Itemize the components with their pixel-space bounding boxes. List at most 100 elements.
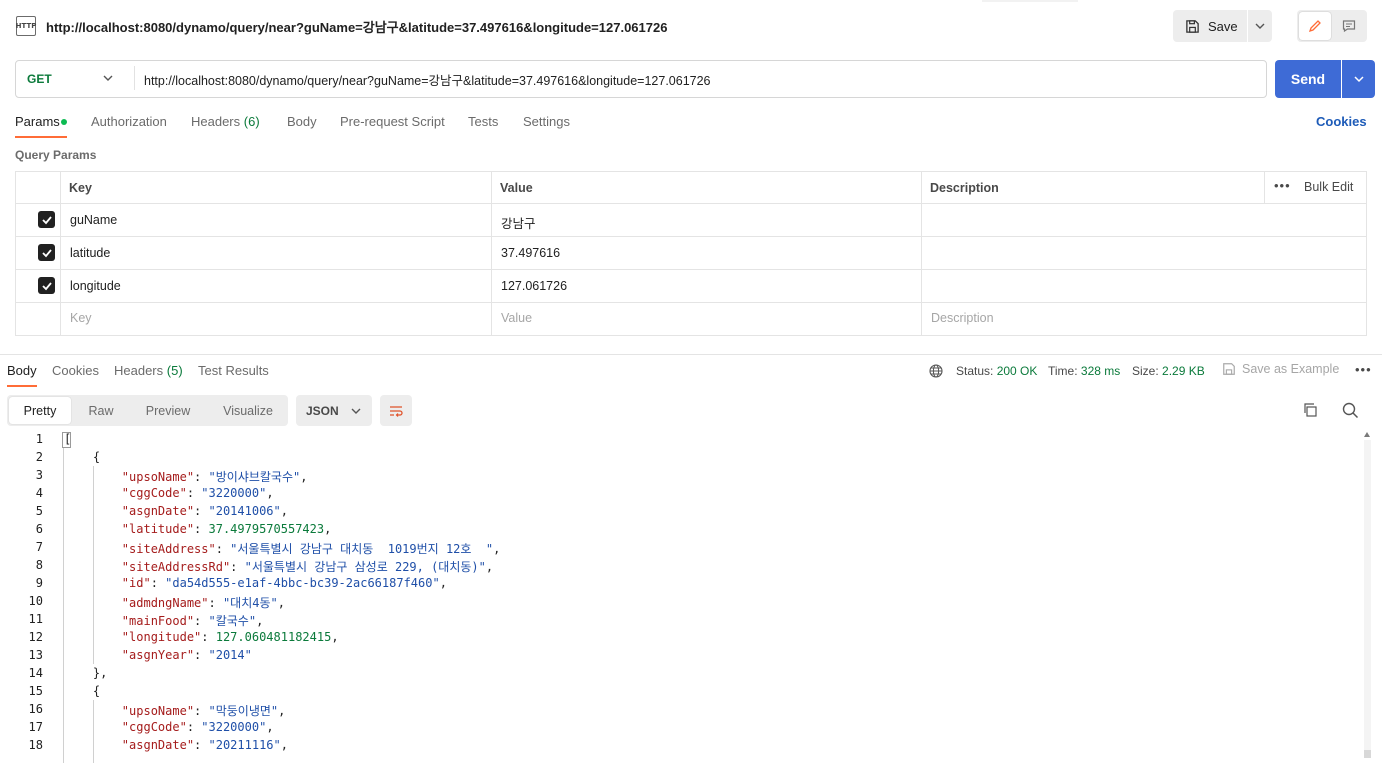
line-number: 12 (28, 630, 43, 644)
line-number: 10 (28, 594, 43, 608)
json-key: "cggCode" (121, 720, 187, 734)
line-number: 8 (35, 558, 43, 572)
code-line: "cggCode": "3220000", (121, 720, 274, 734)
format-visualize[interactable]: Visualize (214, 395, 282, 426)
chevron-down-icon[interactable] (102, 72, 114, 84)
tab-tests[interactable]: Tests (468, 114, 498, 129)
table-divider (60, 172, 61, 335)
line-number: 15 (28, 684, 43, 698)
size-label: Size: (1132, 364, 1159, 378)
save-dropdown-button[interactable] (1248, 10, 1272, 42)
save-icon (1186, 19, 1199, 33)
column-header-key: Key (69, 181, 92, 195)
json-value: "2014" (208, 648, 252, 662)
globe-icon[interactable] (929, 364, 943, 378)
tab-params[interactable]: Params (15, 114, 60, 129)
response-tab-body[interactable]: Body (7, 363, 37, 378)
cookies-link[interactable]: Cookies (1316, 114, 1367, 129)
copy-icon[interactable] (1302, 402, 1318, 418)
tab-body[interactable]: Body (287, 114, 317, 129)
indent-guide (93, 466, 94, 664)
line-number: 5 (35, 504, 43, 518)
json-value: "서울특별시 강남구 대치동 1019번지 12호 " (230, 542, 494, 556)
search-icon[interactable] (1342, 402, 1359, 419)
param-key[interactable]: guName (70, 213, 117, 227)
tab-authorization[interactable]: Authorization (91, 114, 167, 129)
code-line: "asgnDate": "20141006", (121, 504, 288, 518)
more-icon[interactable]: ••• (1274, 178, 1291, 193)
code-line: "id": "da54d555-e1af-4bbc-bc39-2ac66187f… (121, 576, 447, 590)
status-value: 200 OK (996, 364, 1038, 378)
language-select[interactable]: JSON (296, 395, 372, 426)
code-line: "cggCode": "3220000", (121, 486, 274, 500)
pane-divider[interactable] (0, 354, 1382, 355)
response-tab-test-results[interactable]: Test Results (198, 363, 269, 378)
checkbox-checked-icon (41, 248, 52, 257)
vertical-scrollbar[interactable] (1364, 440, 1371, 758)
status-label: Status: (956, 364, 994, 378)
param-key[interactable]: latitude (70, 246, 110, 260)
send-dropdown-button[interactable] (1342, 60, 1375, 98)
send-button[interactable]: Send (1275, 60, 1341, 98)
bulk-edit-button[interactable]: Bulk Edit (1304, 180, 1353, 194)
param-value[interactable]: 37.497616 (501, 246, 560, 260)
new-param-key-input[interactable]: Key (70, 311, 92, 325)
comment-icon (1342, 20, 1356, 33)
json-value: "3220000" (201, 720, 267, 734)
format-raw[interactable]: Raw (80, 395, 122, 426)
edit-mode-button[interactable] (1299, 12, 1331, 40)
json-value: "20141006" (208, 504, 281, 518)
response-body-viewer[interactable]: 1 2 3 4 5 6 7 8 9 10 11 12 13 14 15 16 1… (0, 432, 1382, 763)
params-active-dot (61, 119, 67, 125)
param-key[interactable]: longitude (70, 279, 121, 293)
format-preview[interactable]: Preview (136, 395, 200, 426)
param-checkbox[interactable] (38, 211, 55, 228)
save-as-example-button[interactable]: Save as Example (1222, 362, 1339, 376)
json-key: "asgnYear" (121, 648, 195, 662)
save-button[interactable]: Save (1173, 10, 1247, 42)
param-value[interactable]: 강남구 (501, 213, 536, 232)
tab-pre-request-script[interactable]: Pre-request Script (340, 114, 445, 129)
json-key: "id" (121, 576, 151, 590)
save-label: Save (1208, 18, 1238, 34)
column-header-value: Value (500, 181, 533, 195)
scrollbar-thumb[interactable] (1364, 750, 1371, 758)
new-param-value-input[interactable]: Value (501, 311, 532, 325)
response-time[interactable]: Time: 328 ms (1048, 364, 1120, 378)
json-key: "upsoName" (121, 470, 195, 484)
param-checkbox[interactable] (38, 244, 55, 261)
code-line: "siteAddress": "서울특별시 강남구 대치동 1019번지 12호… (121, 542, 501, 556)
param-value[interactable]: 127.061726 (501, 279, 567, 293)
more-icon[interactable]: ••• (1355, 362, 1372, 377)
pencil-icon (1308, 20, 1321, 33)
method-divider (134, 66, 135, 90)
json-key: "upsoName" (121, 704, 195, 718)
response-size[interactable]: Size: 2.29 KB (1132, 364, 1205, 378)
request-title[interactable]: http://localhost:8080/dynamo/query/near?… (46, 17, 667, 36)
param-checkbox[interactable] (38, 277, 55, 294)
comment-mode-button[interactable] (1333, 12, 1365, 40)
table-divider (16, 269, 1366, 270)
line-number: 11 (28, 612, 43, 626)
code-line: "siteAddressRd": "서울특별시 강남구 삼성로 229, (대치… (121, 560, 494, 574)
response-status[interactable]: Status: 200 OK (956, 364, 1037, 378)
format-pretty[interactable]: Pretty (9, 397, 71, 424)
method-select[interactable]: GET (16, 61, 134, 97)
json-key: "longitude" (121, 630, 202, 644)
tab-settings[interactable]: Settings (523, 114, 570, 129)
response-tab-headers-count: (5) (166, 363, 183, 378)
json-value: "대치4동" (222, 596, 278, 610)
line-number: 18 (28, 738, 43, 752)
line-number: 3 (35, 468, 43, 482)
json-value: 127.060481182415 (215, 630, 332, 644)
json-value: "칼국수" (208, 614, 257, 628)
response-tab-headers[interactable]: Headers (5) (114, 363, 183, 378)
code-line: { (64, 684, 101, 698)
wrap-lines-button[interactable] (380, 395, 412, 426)
column-header-description: Description (930, 181, 999, 195)
new-param-description-input[interactable]: Description (931, 311, 994, 325)
url-input[interactable]: http://localhost:8080/dynamo/query/near?… (144, 70, 711, 89)
scroll-up-arrow[interactable] (1364, 432, 1370, 437)
response-tab-cookies[interactable]: Cookies (52, 363, 99, 378)
tab-headers[interactable]: Headers (6) (191, 114, 260, 129)
